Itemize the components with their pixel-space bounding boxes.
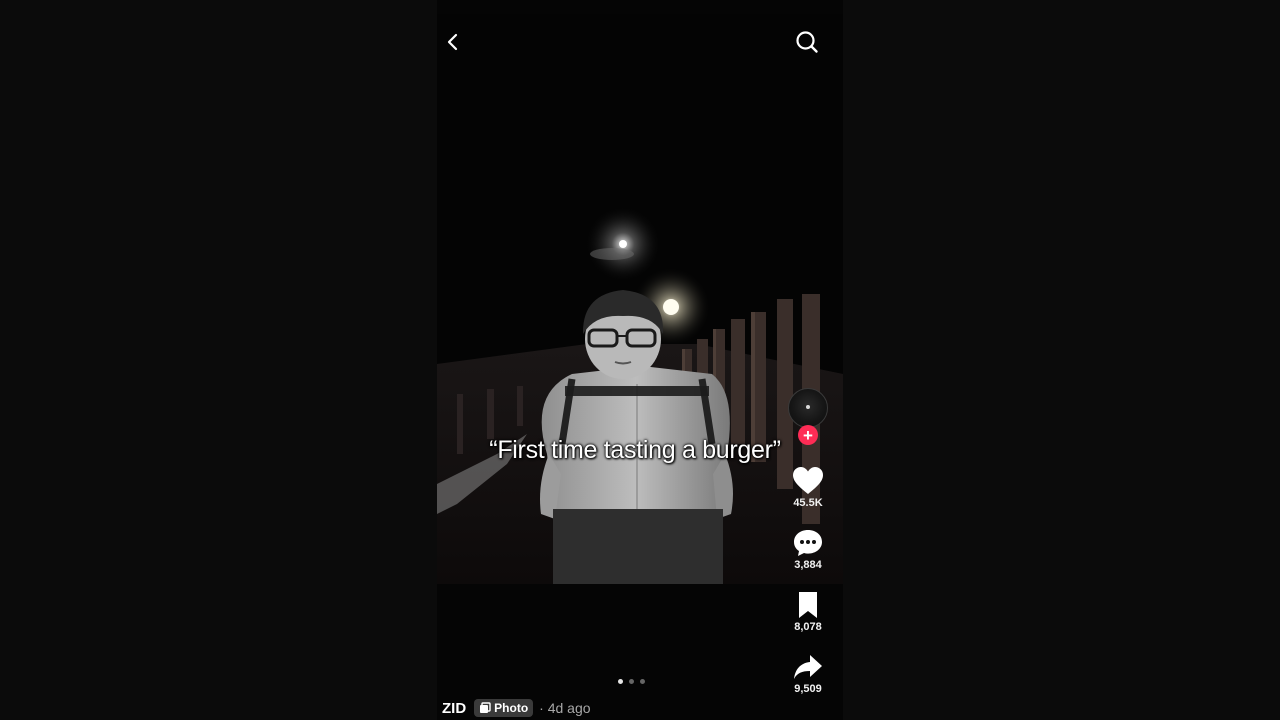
phone-viewport: “First time tasting a burger” + 45.5K 3,… (437, 0, 843, 720)
creator-avatar-group: + (786, 388, 830, 446)
avatar[interactable] (788, 388, 828, 428)
search-icon (796, 31, 818, 53)
post-caption: “First time tasting a burger” (489, 436, 781, 464)
plus-icon: + (803, 425, 813, 445)
share-count: 9,509 (794, 683, 822, 695)
search-button[interactable] (791, 26, 823, 58)
comment-button[interactable]: 3,884 (792, 528, 824, 571)
follow-button[interactable]: + (798, 425, 818, 445)
post-timestamp: · 4d ago (539, 700, 591, 716)
like-count: 45.5K (793, 497, 823, 509)
back-button[interactable] (437, 26, 469, 58)
comment-icon (794, 530, 822, 556)
action-rail: + 45.5K 3,884 8,078 9,509 (784, 388, 832, 695)
carousel-dot[interactable] (618, 679, 623, 684)
bookmark-icon (799, 592, 817, 618)
back-arrow-icon (447, 33, 458, 51)
heart-icon (793, 467, 823, 494)
bookmark-count: 8,078 (794, 621, 822, 633)
like-button[interactable]: 45.5K (792, 466, 824, 509)
bookmark-button[interactable]: 8,078 (792, 590, 824, 633)
post-type-label: Photo (494, 701, 529, 715)
carousel-indicator (618, 679, 645, 684)
post-meta: ZID Photo · 4d ago (442, 697, 591, 719)
creator-username[interactable]: ZID (442, 700, 466, 717)
post-photo[interactable] (437, 14, 843, 584)
carousel-dot[interactable] (640, 679, 645, 684)
carousel-dot[interactable] (629, 679, 634, 684)
photo-icon (480, 702, 491, 713)
post-type-badge: Photo (474, 699, 534, 717)
share-button[interactable]: 9,509 (792, 652, 824, 695)
share-icon (794, 655, 822, 679)
comment-count: 3,884 (794, 559, 822, 571)
